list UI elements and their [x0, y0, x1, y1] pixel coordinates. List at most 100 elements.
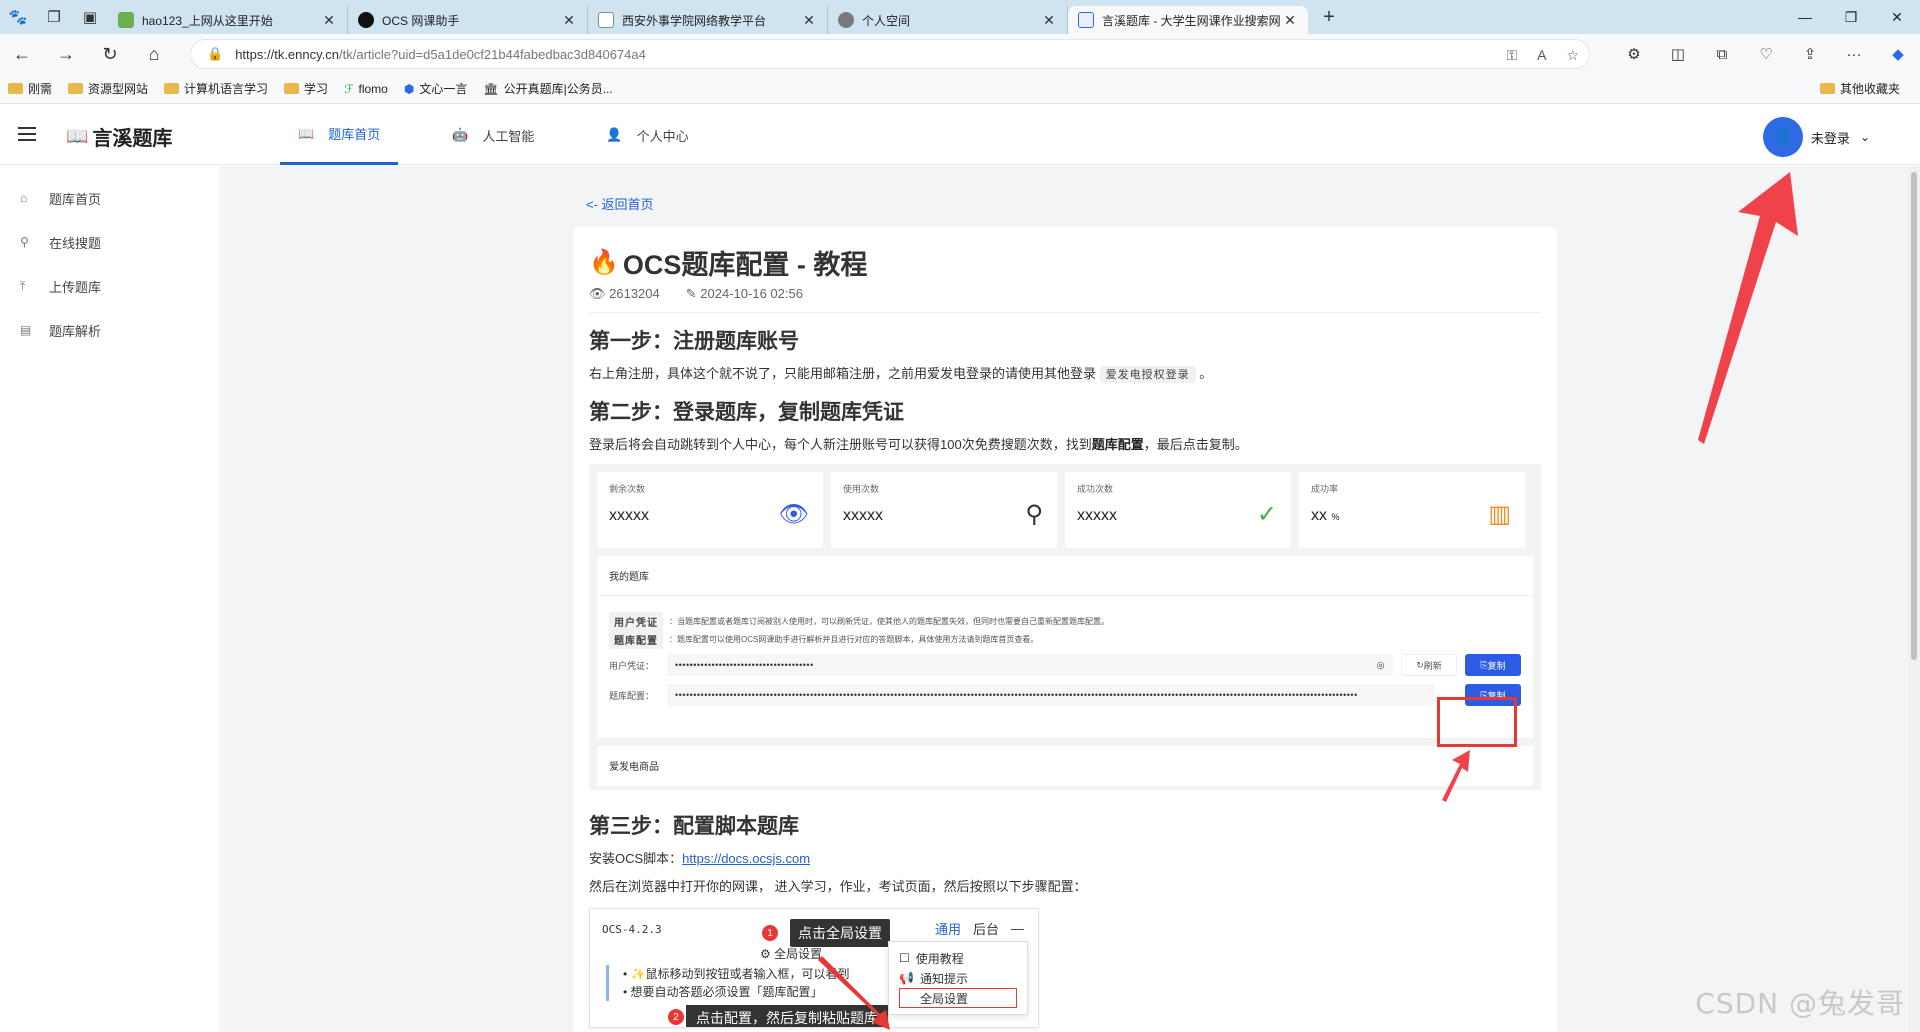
close-icon[interactable]: ✕ [561, 12, 577, 29]
eye-icon: 👁 [778, 501, 809, 528]
aifadian-box: 爱发电商品 [597, 746, 1533, 786]
close-icon[interactable]: ✕ [1282, 12, 1298, 29]
scrollbar[interactable] [1908, 166, 1920, 1032]
tooltip: 点击全局设置 [790, 919, 890, 947]
bookmark-link[interactable]: ℱflomo [344, 82, 388, 96]
close-icon[interactable]: ✕ [321, 12, 337, 29]
bookmark-folder[interactable]: 资源型网站 [68, 80, 148, 97]
my-bank-box: 我的题库 用户凭证 ：当题库配置或者题库订阅被别人使用时，可以刷新凭证，使其他人的… [597, 556, 1533, 738]
bookmark-link[interactable]: ⬢ 文心一言 [404, 80, 468, 97]
browser-tab[interactable]: hao123_上网从这里开始 ✕ [108, 6, 348, 34]
browser-tab-active[interactable]: 言溪题库 - 大学生网课作业搜索网 ✕ [1068, 6, 1308, 34]
fire-icon: 🔥 [589, 249, 619, 276]
url-host: https://tk.enncy.cn [235, 46, 339, 62]
nav-tab-profile[interactable]: 👤 个人中心 [588, 105, 706, 165]
forward-arrow-icon[interactable]: → [44, 36, 88, 72]
read-aloud-icon[interactable]: A [1537, 47, 1546, 63]
close-icon[interactable]: ✕ [801, 12, 817, 29]
pencil-icon: ✎ [685, 286, 697, 301]
folder-icon [284, 83, 300, 94]
hide-eye-icon[interactable]: ◎ [1377, 660, 1385, 671]
ocs-menu: ☐ 使用教程 📢 通知提示 全局设置 [888, 941, 1028, 1015]
home-icon: ⌂ [20, 191, 28, 205]
csdn-watermark: CSDN @兔发哥 [1695, 987, 1905, 1020]
gear-icon: ⚙ 全局设置 [760, 947, 823, 961]
folder-icon [164, 83, 180, 94]
ocs-docs-link[interactable]: https://docs.ocsjs.com [682, 851, 810, 866]
nav-tab-ai[interactable]: 🤖 人工智能 [434, 105, 552, 165]
credential-field[interactable]: •••••••••••••••••••••••••••••••••••••• ◎ [667, 654, 1393, 676]
url-path: /tk/article?uid=d5a1de0cf21b44fabedbac3d… [339, 46, 646, 62]
split-screen-icon[interactable]: ◫ [1656, 45, 1700, 63]
extensions-icon[interactable]: ⚙ [1612, 45, 1656, 63]
flomo-icon: ℱ [344, 81, 354, 96]
tooltip: 点击配置，然后复制粘贴题库 [686, 1005, 888, 1027]
stat-card: 使用次数 xxxxx ⚲ [831, 472, 1057, 548]
site-logo[interactable]: 📖 言溪题库 [66, 122, 172, 151]
avatar[interactable]: 👤 [1762, 117, 1803, 157]
ocs-panel-screenshot: OCS-4.2.3 通用 后台 — 1 点击全局设置 ⚙ 全局设置 ☐ 使用教程 … [589, 908, 1039, 1028]
stat-card: 成功次数 xxxxx ✓ [1065, 472, 1291, 548]
sparkle-icon: ✨ [630, 967, 646, 981]
refresh-button[interactable]: ↻ 刷新 [1401, 654, 1457, 676]
bookmarks-bar: 刚需 资源型网站 计算机语言学习 学习 ℱflomo ⬢ 文心一言 🏛 公开真题库|… [0, 74, 1920, 104]
copy-button[interactable]: ⎘ 复制 [1465, 654, 1521, 676]
main-nav: 📖 题库首页 🤖 人工智能 👤 个人中心 [280, 105, 743, 165]
chevron-down-icon[interactable]: ⌄ [1860, 130, 1870, 144]
article-title: 🔥 OCS题库配置 - 教程 [589, 249, 868, 280]
sidebar-item-analysis[interactable]: ▤ 题库解析 [0, 308, 219, 352]
menu-icon[interactable] [18, 127, 36, 141]
main-content: <- 返回首页 🔥 OCS题库配置 - 教程 👁 2613204 ✎ 2024-… [221, 166, 1911, 1032]
more-menu-icon[interactable]: ··· [1832, 46, 1876, 63]
share-icon[interactable]: ⇪ [1788, 45, 1832, 63]
key-icon[interactable]: ⚿ [1506, 47, 1517, 64]
ocs-version: OCS-4.2.3 [602, 923, 662, 936]
favorite-star-icon[interactable]: ☆ [1566, 47, 1579, 64]
bookmark-folder[interactable]: 学习 [284, 80, 328, 97]
bookmark-folder[interactable]: 刚需 [8, 80, 52, 97]
workspaces-icon[interactable]: ❐ [36, 0, 72, 34]
login-status[interactable]: 未登录 [1811, 128, 1850, 147]
tab-label: OCS 网课助手 [382, 13, 460, 28]
browser-tab[interactable]: 西安外事学院网络教学平台 ✕ [588, 6, 828, 34]
book-icon: 📖 [298, 125, 315, 141]
scrollbar-thumb[interactable] [1911, 172, 1917, 660]
restore-icon[interactable]: ❐ [1828, 0, 1874, 34]
nav-tab-home[interactable]: 📖 题库首页 [280, 105, 399, 165]
close-window-icon[interactable]: ✕ [1874, 0, 1920, 34]
back-arrow-icon[interactable]: ← [0, 36, 44, 72]
copilot-icon[interactable]: ◆ [1876, 45, 1920, 63]
step3-install: 安装OCS脚本：https://docs.ocsjs.com [589, 851, 811, 866]
new-tab-button[interactable]: + [1314, 6, 1344, 29]
refresh-icon[interactable]: ↻ [88, 36, 132, 72]
bookmark-folder[interactable]: 计算机语言学习 [164, 80, 268, 97]
profile-icon[interactable]: 🐾 [0, 0, 36, 34]
tag-line: 题库配置 ：题库配置可以使用OCS网课助手进行解析并且进行对应的答题脚本，具体使用… [609, 630, 1038, 649]
sidebar-item-search[interactable]: ⚲ 在线搜题 [0, 220, 219, 264]
url-input[interactable]: 🔒 https://tk.enncy.cn /tk/article?uid=d5… [190, 39, 1590, 69]
collections-icon[interactable]: ⧉ [1700, 46, 1744, 63]
minimize-icon: — [1011, 921, 1024, 936]
sidebar-item-home[interactable]: ⌂ 题库首页 [0, 176, 219, 220]
stat-card: 剩余次数 xxxxx 👁 [597, 472, 823, 548]
ernie-icon: ⬢ [403, 81, 415, 96]
back-home-link[interactable]: <- 返回首页 [586, 194, 654, 213]
megaphone-icon: 📢 [899, 971, 914, 985]
book-icon: 📖 [66, 126, 89, 146]
browser-tab-bar: 🐾 ❐ ▣ hao123_上网从这里开始 ✕ OCS 网课助手 ✕ 西安外事学院… [0, 0, 1920, 34]
config-field[interactable]: ••••••••••••••••••••••••••••••••••••••••… [667, 684, 1435, 706]
step1-heading: 第一步：注册题库账号 [589, 330, 799, 353]
browser-essentials-icon[interactable]: ♡ [1744, 45, 1788, 63]
sidebar-item-upload[interactable]: ⤒ 上传题库 [0, 264, 219, 308]
tab-actions-icon[interactable]: ▣ [72, 0, 108, 34]
other-bookmarks[interactable]: 其他收藏夹 [1819, 80, 1900, 97]
browser-tab[interactable]: 个人空间 ✕ [828, 6, 1068, 34]
step1-text: 右上角注册，具体这个就不说了，只能用邮箱注册，之前用爱发电登录的请使用其他登录 … [589, 366, 1213, 383]
lock-icon[interactable]: 🔒 [207, 46, 223, 62]
browser-tab[interactable]: OCS 网课助手 ✕ [348, 6, 588, 34]
user-menu[interactable]: 👤 未登录 ⌄ [1762, 117, 1870, 157]
close-icon[interactable]: ✕ [1041, 12, 1057, 29]
bookmark-link[interactable]: 🏛 公开真题库|公务员... [483, 80, 612, 97]
minimize-icon[interactable]: — [1782, 0, 1828, 34]
home-icon[interactable]: ⌂ [132, 36, 176, 72]
